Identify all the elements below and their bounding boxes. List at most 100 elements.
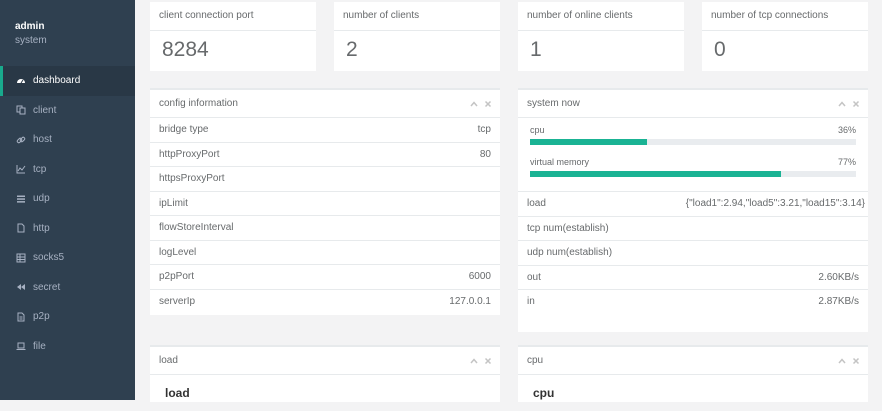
stat-value: 2 xyxy=(346,38,358,61)
sidebar-item-label: http xyxy=(33,222,50,234)
panel-title-text: system now xyxy=(527,98,580,109)
config-row: p2pPort 6000 xyxy=(150,265,500,290)
chevron-up-icon[interactable] xyxy=(470,357,478,365)
sidebar-item-label: file xyxy=(33,340,46,352)
load-heading: load xyxy=(165,386,190,400)
sidebar-nav: dashboard client host tcp udp http socks… xyxy=(0,66,135,361)
config-key: bridge type xyxy=(159,124,209,135)
load-panel: load load xyxy=(150,345,500,402)
config-row: ipLimit xyxy=(150,192,500,216)
system-value: 2.60KB/s xyxy=(818,271,859,283)
sidebar-item-label: host xyxy=(33,134,52,146)
system-row: in 2.87KB/s xyxy=(518,290,868,315)
stat-title: number of tcp connections xyxy=(702,2,868,31)
config-key: ipLimit xyxy=(159,197,188,209)
file-icon xyxy=(16,223,26,233)
chevron-up-icon[interactable] xyxy=(470,100,478,108)
sidebar-item-file[interactable]: file xyxy=(0,332,135,362)
config-key: flowStoreInterval xyxy=(159,222,234,233)
user-profile[interactable]: admin system xyxy=(15,20,47,47)
config-row: serverIp 127.0.0.1 xyxy=(150,290,500,315)
config-key: logLevel xyxy=(159,246,197,258)
system-key: in xyxy=(527,296,535,307)
config-value: tcp xyxy=(477,124,491,135)
stat-card-clients: number of clients 2 xyxy=(334,2,500,71)
chevron-up-icon[interactable] xyxy=(838,100,846,108)
panel-title: system now xyxy=(518,90,868,118)
close-icon[interactable] xyxy=(852,100,860,108)
table-icon xyxy=(16,253,26,263)
panel-title-text: cpu xyxy=(527,355,544,366)
config-key: p2pPort xyxy=(159,271,195,282)
config-value: 127.0.0.1 xyxy=(449,295,491,307)
stat-value: 8284 xyxy=(162,38,209,61)
stat-title: client connection port xyxy=(150,2,316,31)
sidebar-item-label: p2p xyxy=(33,311,50,323)
sidebar-item-label: dashboard xyxy=(33,75,81,87)
config-panel: config information bridge type tcp httpPr… xyxy=(150,88,500,315)
progress-fill xyxy=(530,139,648,145)
system-row: load {"load1":2.94,"load5":3.21,"load15":… xyxy=(518,192,868,217)
sidebar-item-udp[interactable]: udp xyxy=(0,184,135,214)
stat-value: 1 xyxy=(530,38,542,61)
stat-card-online-clients: number of online clients 1 xyxy=(518,2,684,71)
progress-label: virtual memory xyxy=(530,157,590,167)
progress-fill xyxy=(530,171,782,177)
panel-title: cpu xyxy=(518,347,868,375)
config-key: httpsProxyPort xyxy=(159,173,225,184)
close-icon[interactable] xyxy=(484,357,492,365)
sidebar-item-http[interactable]: http xyxy=(0,214,135,244)
sidebar-item-label: client xyxy=(33,104,57,116)
system-value: 2.87KB/s xyxy=(818,296,859,307)
list-icon xyxy=(16,194,26,204)
cpu-progress: cpu 36% xyxy=(530,124,856,145)
chevron-up-icon[interactable] xyxy=(838,357,846,365)
stat-card-client-port: client connection port 8284 xyxy=(150,2,316,71)
sidebar-item-label: socks5 xyxy=(33,252,65,264)
system-key: tcp num(establish) xyxy=(527,222,609,234)
sidebar-item-socks5[interactable]: socks5 xyxy=(0,243,135,273)
sidebar-item-dashboard[interactable]: dashboard xyxy=(0,66,135,96)
config-row: bridge type tcp xyxy=(150,118,500,143)
sidebar-item-client[interactable]: client xyxy=(0,96,135,126)
close-icon[interactable] xyxy=(484,100,492,108)
panel-title: config information xyxy=(150,90,500,118)
progress-percent: 36% xyxy=(837,125,856,135)
config-row: logLevel xyxy=(150,241,500,265)
user-role: system xyxy=(15,35,47,46)
progress-bar xyxy=(530,139,856,145)
stat-card-tcp-connections: number of tcp connections 0 xyxy=(702,2,868,71)
system-key: udp num(establish) xyxy=(527,247,613,258)
sidebar-item-host[interactable]: host xyxy=(0,125,135,155)
copy-icon xyxy=(16,105,26,115)
cpu-panel: cpu cpu xyxy=(518,345,868,402)
close-icon[interactable] xyxy=(852,357,860,365)
system-row: udp num(establish) xyxy=(518,241,868,266)
config-key: serverIp xyxy=(159,295,196,307)
stat-title: number of online clients xyxy=(518,2,684,31)
progress-bar xyxy=(530,171,856,177)
sidebar-item-secret[interactable]: secret xyxy=(0,273,135,303)
sidebar-item-label: tcp xyxy=(33,163,47,175)
progress-section: cpu 36% virtual memory 77% xyxy=(518,118,868,192)
file-text-icon xyxy=(16,312,26,322)
sidebar-item-label: secret xyxy=(33,281,61,293)
sidebar-item-p2p[interactable]: p2p xyxy=(0,302,135,332)
backward-icon xyxy=(16,282,26,292)
system-key: out xyxy=(527,271,541,283)
config-row: flowStoreInterval xyxy=(150,216,500,241)
line-chart-icon xyxy=(16,164,26,174)
user-name: admin xyxy=(15,21,45,32)
progress-percent: 77% xyxy=(837,157,856,167)
sidebar-item-tcp[interactable]: tcp xyxy=(0,155,135,185)
cpu-heading: cpu xyxy=(533,386,555,400)
system-row: out 2.60KB/s xyxy=(518,266,868,290)
progress-label: cpu xyxy=(530,125,545,135)
config-value: 6000 xyxy=(468,271,491,282)
panel-title: load xyxy=(150,347,500,375)
link-icon xyxy=(16,135,26,145)
config-value: 80 xyxy=(479,148,491,160)
system-panel: system now cpu 36% virtual memory 77% load… xyxy=(518,88,868,332)
memory-progress: virtual memory 77% xyxy=(530,156,856,177)
stat-value: 0 xyxy=(714,38,726,61)
